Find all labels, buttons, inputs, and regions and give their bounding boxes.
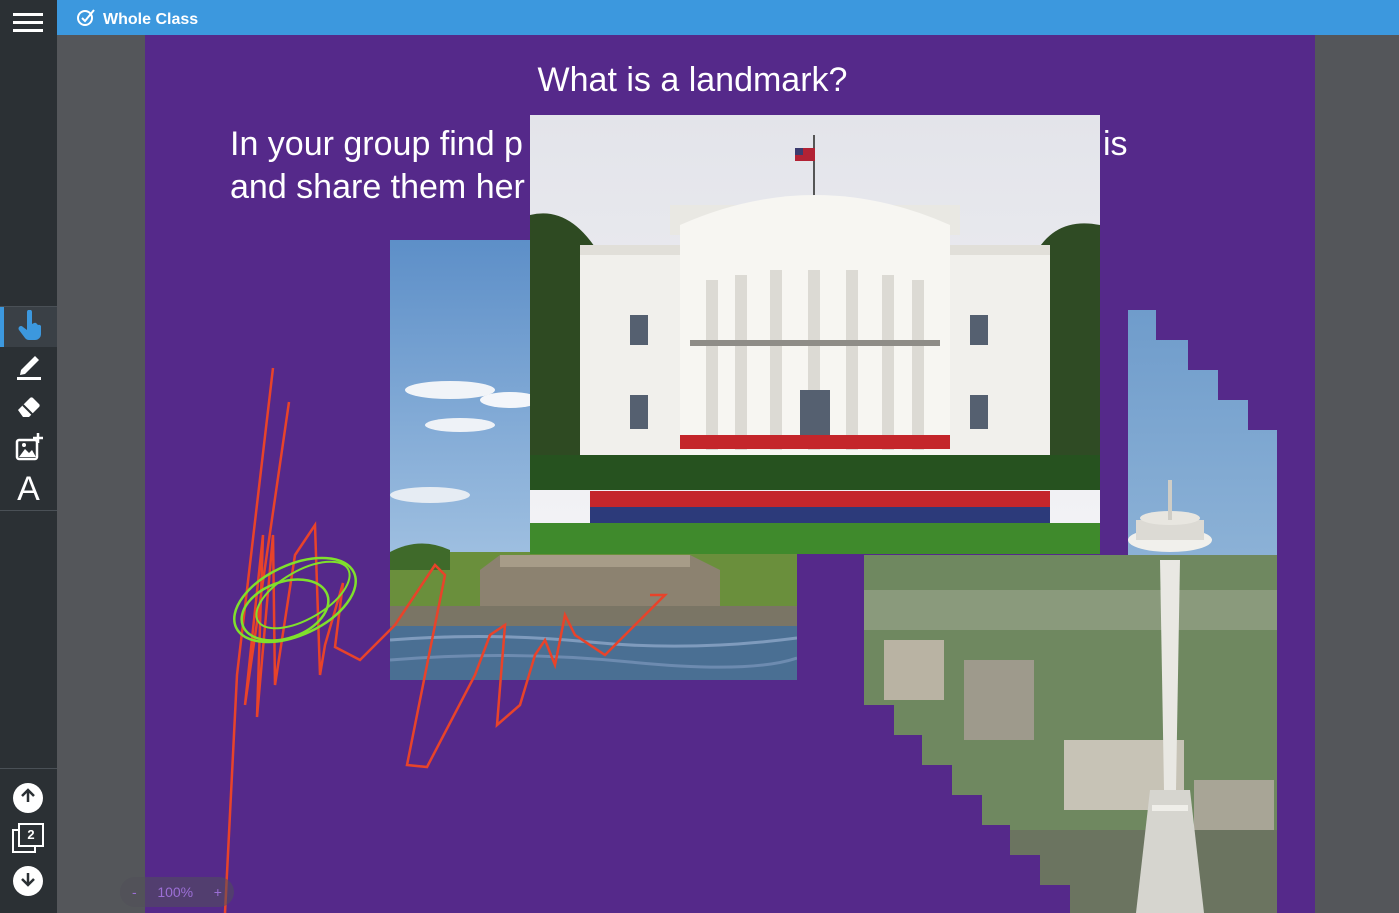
eraser-tool[interactable]: [0, 388, 57, 428]
zoom-in-button[interactable]: +: [214, 884, 222, 900]
zoom-control: - 100% +: [120, 877, 234, 907]
arrow-up-icon: [19, 787, 37, 810]
white-house-photo[interactable]: [530, 115, 1100, 554]
add-image-tool[interactable]: [0, 429, 57, 469]
eraser-icon: [15, 392, 43, 425]
instructions-line-2: and share them her: [230, 168, 525, 206]
slide-instructions: In your group find p and share them her: [230, 123, 525, 209]
slide-title: What is a landmark?: [537, 61, 848, 99]
pen-tool[interactable]: [0, 347, 57, 387]
text-icon: A: [17, 469, 40, 508]
page-nav-divider: [0, 768, 57, 769]
add-image-icon: [14, 432, 44, 467]
class-mode-selector[interactable]: Whole Class: [75, 7, 198, 32]
hand-pointer-icon: [18, 309, 44, 345]
pages-button[interactable]: 2: [11, 823, 45, 853]
pointer-tool[interactable]: [0, 307, 57, 347]
arrow-down-icon: [19, 870, 37, 893]
previous-page-button[interactable]: [13, 783, 43, 813]
top-bar: Whole Class: [57, 0, 1399, 35]
instructions-tail: is: [1103, 125, 1128, 163]
next-page-button[interactable]: [13, 866, 43, 896]
zoom-level: 100%: [157, 884, 194, 900]
slide-canvas[interactable]: What is a landmark? In your group find p…: [145, 35, 1315, 913]
text-tool[interactable]: A: [0, 469, 57, 509]
toolbar-divider: [0, 510, 57, 511]
page-count-label: 2: [27, 827, 35, 842]
hamburger-menu-icon[interactable]: [11, 8, 45, 36]
app-title: Whole Class: [103, 10, 199, 28]
pen-icon: [15, 350, 43, 385]
zoom-out-button[interactable]: -: [132, 884, 137, 900]
instructions-line-1: In your group find p: [230, 125, 523, 163]
whole-class-icon: [75, 7, 97, 32]
sidebar: A 2: [0, 0, 57, 913]
